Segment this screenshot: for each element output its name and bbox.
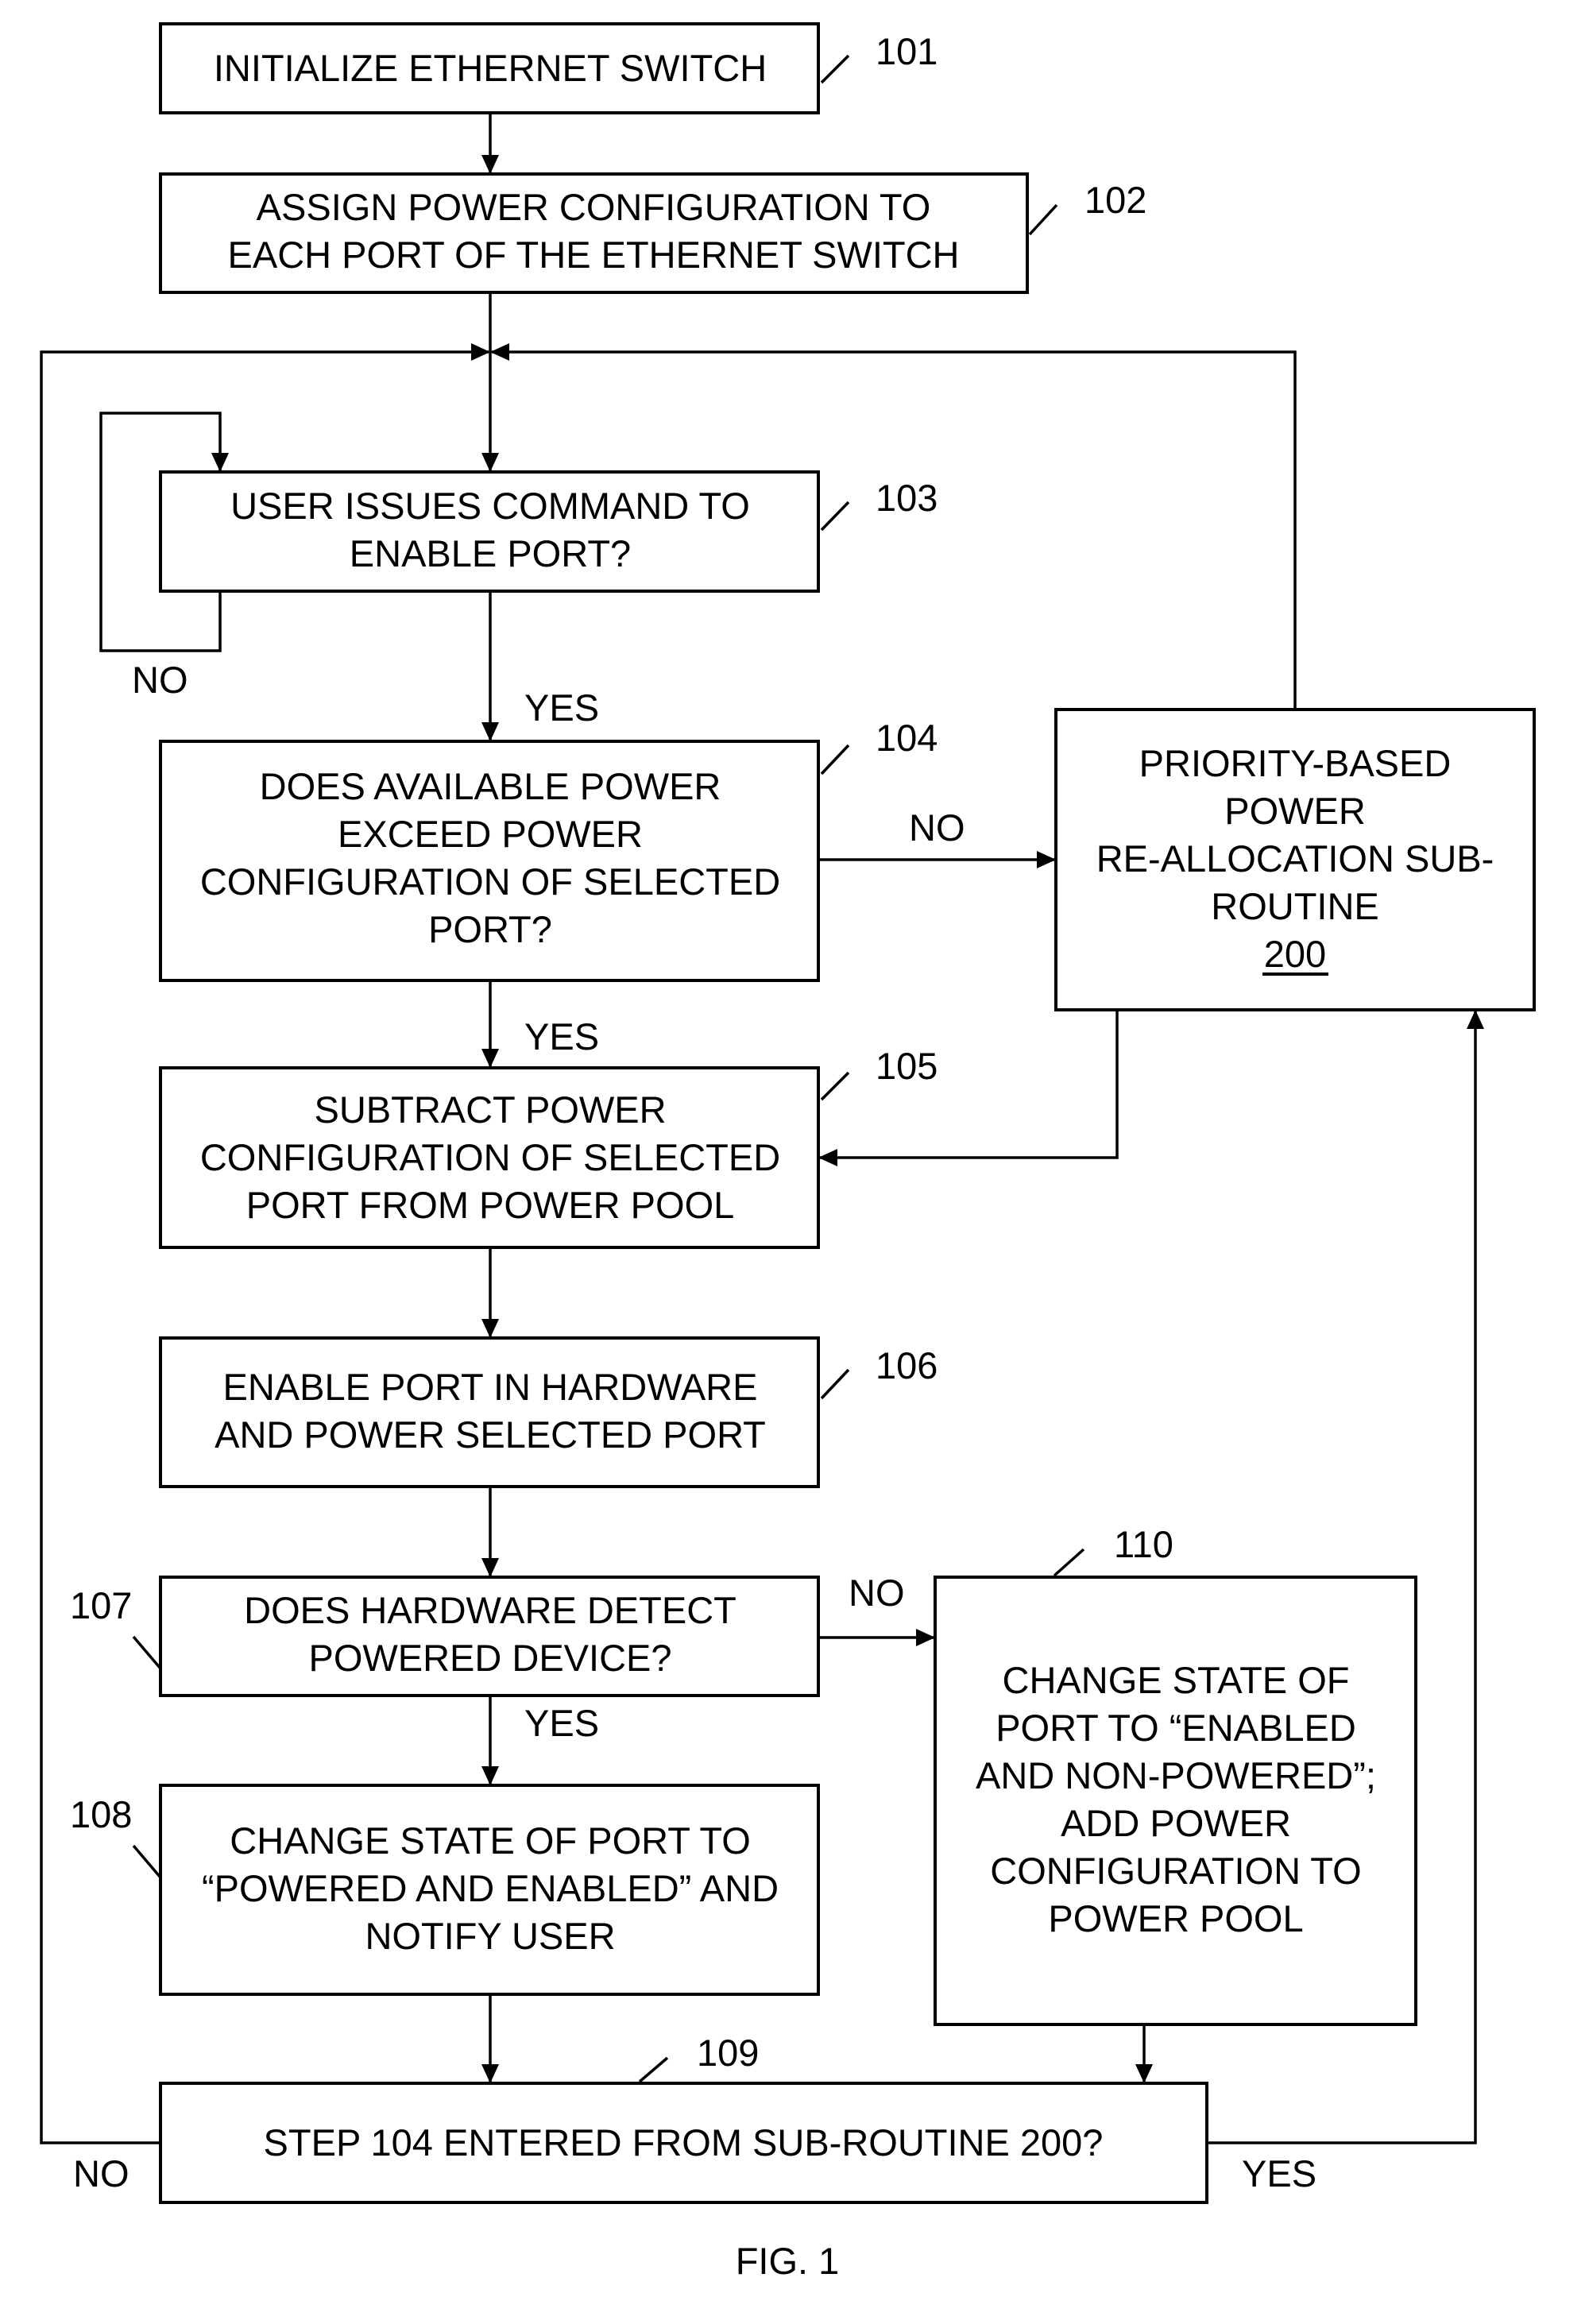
step-108-text-line3: NOTIFY USER: [365, 1915, 615, 1957]
step-106: ENABLE PORT IN HARDWARE AND POWER SELECT…: [159, 1336, 820, 1488]
subroutine-200-ref: 200: [1264, 933, 1326, 975]
ref-107: 107: [70, 1584, 132, 1626]
step-107: DOES HARDWARE DETECT POWERED DEVICE?: [159, 1576, 820, 1697]
arrow-200-to-105: [818, 1010, 1119, 1166]
ref-101: 101: [876, 30, 938, 72]
ref-103: 103: [876, 477, 938, 519]
leader-107: [132, 1635, 162, 1670]
step-110-text-line4: ADD POWER: [1061, 1802, 1291, 1844]
ref-109: 109: [697, 2032, 759, 2074]
step-104-text-line1: DOES AVAILABLE POWER: [260, 765, 721, 807]
step-107-text-line1: DOES HARDWARE DETECT: [244, 1589, 737, 1631]
step-108-text-line2: “POWERED AND ENABLED” AND: [202, 1867, 779, 1909]
ref-106: 106: [876, 1344, 938, 1386]
ref-102: 102: [1084, 179, 1146, 221]
subroutine-200-text-line4: ROUTINE: [1211, 885, 1379, 927]
ref-108: 108: [70, 1793, 132, 1835]
label-109-no: NO: [73, 2152, 130, 2194]
label-109-yes: YES: [1242, 2152, 1316, 2194]
step-110: CHANGE STATE OF PORT TO “ENABLED AND NON…: [934, 1576, 1417, 2026]
leader-104: [820, 744, 850, 775]
step-108-text-line1: CHANGE STATE OF PORT TO: [230, 1819, 751, 1862]
ref-110: 110: [1114, 1523, 1173, 1565]
step-110-text-line2: PORT TO “ENABLED: [996, 1707, 1356, 1749]
subroutine-200: PRIORITY-BASED POWER RE-ALLOCATION SUB- …: [1054, 708, 1536, 1011]
step-109-text: STEP 104 ENTERED FROM SUB-ROUTINE 200?: [264, 2121, 1104, 2164]
step-107-text-line2: POWERED DEVICE?: [308, 1637, 671, 1679]
step-105-text-line3: PORT FROM POWER POOL: [246, 1184, 735, 1226]
step-105-text-line2: CONFIGURATION OF SELECTED: [200, 1136, 780, 1178]
ref-105: 105: [876, 1045, 938, 1087]
ref-104: 104: [876, 717, 938, 759]
step-101-text: INITIALIZE ETHERNET SWITCH: [214, 47, 767, 89]
subroutine-200-text-line1: PRIORITY-BASED: [1139, 742, 1452, 784]
step-104: DOES AVAILABLE POWER EXCEED POWER CONFIG…: [159, 740, 820, 982]
label-107-yes: YES: [524, 1702, 599, 1744]
step-110-text-line1: CHANGE STATE OF: [1003, 1659, 1350, 1701]
subroutine-200-text-line3: RE-ALLOCATION SUB-: [1096, 837, 1494, 880]
step-106-text-line1: ENABLE PORT IN HARDWARE: [223, 1366, 758, 1408]
leader-106: [820, 1368, 850, 1400]
leader-110: [1053, 1548, 1085, 1577]
step-110-text-line3: AND NON-POWERED”;: [976, 1754, 1376, 1796]
step-102-text-line2: EACH PORT OF THE ETHERNET SWITCH: [228, 234, 960, 276]
step-104-text-line3: CONFIGURATION OF SELECTED: [200, 860, 780, 903]
label-103-no: NO: [132, 659, 188, 701]
step-108: CHANGE STATE OF PORT TO “POWERED AND ENA…: [159, 1784, 820, 1996]
step-110-text-line6: POWER POOL: [1048, 1897, 1303, 1939]
step-103: USER ISSUES COMMAND TO ENABLE PORT?: [159, 470, 820, 593]
figure-caption: FIG. 1: [736, 2240, 840, 2282]
step-104-text-line4: PORT?: [428, 908, 552, 950]
label-107-no: NO: [849, 1572, 905, 1614]
step-102: ASSIGN POWER CONFIGURATION TO EACH PORT …: [159, 172, 1029, 294]
step-105-text-line1: SUBTRACT POWER: [314, 1089, 666, 1131]
leader-102: [1028, 203, 1058, 236]
leader-109: [638, 2056, 669, 2083]
step-109: STEP 104 ENTERED FROM SUB-ROUTINE 200?: [159, 2082, 1208, 2204]
leader-101: [820, 54, 850, 84]
label-104-yes: YES: [524, 1015, 599, 1058]
step-103-text-line2: ENABLE PORT?: [350, 532, 631, 574]
step-106-text-line2: AND POWER SELECTED PORT: [215, 1413, 766, 1456]
leader-108: [132, 1844, 162, 1879]
leader-103: [820, 501, 850, 532]
subroutine-200-text-line2: POWER: [1224, 790, 1366, 832]
step-110-text-line5: CONFIGURATION TO: [990, 1850, 1361, 1892]
label-103-yes: YES: [524, 686, 599, 729]
step-104-text-line2: EXCEED POWER: [338, 813, 643, 855]
leader-105: [820, 1071, 850, 1101]
step-105: SUBTRACT POWER CONFIGURATION OF SELECTED…: [159, 1066, 820, 1249]
step-101: INITIALIZE ETHERNET SWITCH: [159, 22, 820, 114]
step-102-text-line1: ASSIGN POWER CONFIGURATION TO: [257, 186, 931, 228]
flowchart: INITIALIZE ETHERNET SWITCH ASSIGN POWER …: [40, 22, 1536, 2282]
label-104-no: NO: [909, 806, 965, 849]
step-103-text-line1: USER ISSUES COMMAND TO: [230, 485, 750, 527]
